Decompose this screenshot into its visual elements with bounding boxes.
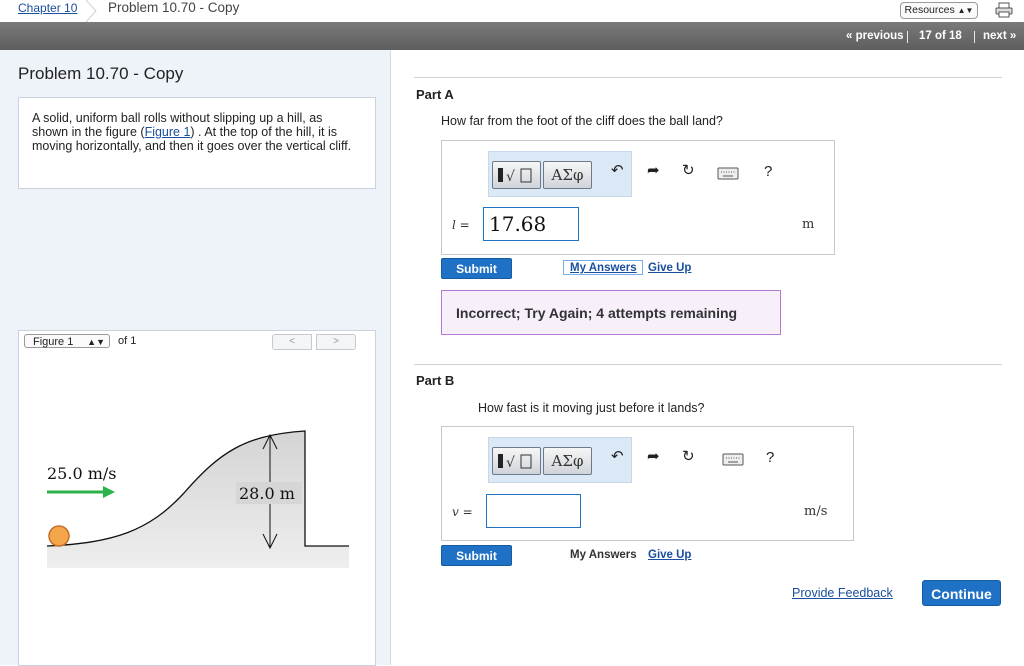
nav-divider [907, 31, 908, 43]
part-divider [414, 77, 1002, 78]
undo-icon[interactable]: ↶ [611, 447, 624, 465]
unit-label: m/s [804, 504, 828, 519]
ball [48, 525, 70, 547]
figure-count: of 1 [118, 335, 137, 347]
problem-statement: A solid, uniform ball rolls without slip… [32, 111, 362, 153]
submit-button[interactable]: Submit [441, 258, 512, 279]
breadcrumb-chevron-icon [85, 0, 97, 22]
nav-divider [974, 31, 975, 43]
give-up-link[interactable]: Give Up [648, 262, 691, 274]
my-answers-link[interactable]: My Answers [570, 549, 637, 561]
svg-text:√: √ [506, 455, 515, 471]
part-b-title: Part B [416, 373, 455, 388]
templates-button[interactable]: √ [492, 161, 541, 189]
variable-label: l = [452, 218, 470, 232]
next-link[interactable]: next » [983, 30, 1016, 42]
breadcrumb-chapter: Chapter 10 [0, 0, 96, 22]
dropdown-arrows-icon: ▲▼ [87, 337, 105, 347]
templates-icon: √ [498, 168, 532, 185]
provide-feedback-link[interactable]: Provide Feedback [792, 586, 893, 600]
part-b-answer-box: √ ΑΣφ ↶ ➦ ↻ ? v = m/s [441, 426, 854, 541]
part-a-question: How far from the foot of the cliff does … [441, 114, 723, 128]
part-a-answer-box: √ ΑΣφ ↶ ➦ ↻ ? l = 17.68 m [441, 140, 835, 255]
figure-prev-button[interactable]: < [272, 334, 312, 350]
previous-link[interactable]: « previous [846, 30, 904, 42]
feedback-box: Incorrect; Try Again; 4 attempts remaini… [441, 290, 781, 335]
my-answers-link[interactable]: My Answers [570, 262, 637, 274]
breadcrumb-title: Problem 10.70 - Copy [108, 0, 240, 15]
figure-next-button[interactable]: > [316, 334, 356, 350]
figure-select[interactable]: Figure 1 ▲▼ [24, 334, 110, 348]
print-icon[interactable] [995, 2, 1013, 18]
reset-icon[interactable]: ↻ [682, 447, 695, 465]
undo-icon[interactable]: ↶ [611, 161, 624, 179]
part-a-title: Part A [416, 87, 454, 102]
problem-nav-bar: « previous 17 of 18 next » [0, 22, 1024, 50]
top-bar: Chapter 10 Problem 10.70 - Copy Resource… [0, 0, 1024, 23]
give-up-link[interactable]: Give Up [648, 549, 691, 561]
figure-select-value: Figure 1 [33, 336, 74, 348]
dropdown-arrows-icon: ▲▼ [957, 6, 974, 15]
hill-cliff-figure: 28.0 m 25.0 m/s [46, 430, 349, 568]
answer-input[interactable] [486, 494, 581, 528]
unit-label: m [802, 217, 815, 232]
help-button[interactable]: ? [766, 449, 774, 466]
speed-label: 25.0 m/s [47, 464, 116, 483]
resources-label: Resources [904, 4, 955, 16]
greek-symbols-button[interactable]: ΑΣφ [543, 447, 592, 475]
figure-link[interactable]: Figure 1 [145, 125, 191, 139]
svg-text:√: √ [506, 169, 515, 185]
templates-button[interactable]: √ [492, 447, 541, 475]
figure-panel: 28.0 m 25.0 m/s [18, 353, 376, 666]
continue-button[interactable]: Continue [922, 580, 1001, 606]
height-label: 28.0 m [239, 484, 295, 503]
submit-button[interactable]: Submit [441, 545, 512, 566]
keyboard-icon[interactable] [722, 453, 744, 467]
answer-value: 17.68 [489, 212, 547, 236]
problem-position: 17 of 18 [919, 30, 962, 42]
reset-icon[interactable]: ↻ [682, 161, 695, 179]
redo-icon[interactable]: ➦ [647, 161, 660, 179]
part-b-question: How fast is it moving just before it lan… [478, 401, 705, 415]
answer-input[interactable]: 17.68 [483, 207, 579, 241]
resources-dropdown[interactable]: Resources ▲▼ [900, 2, 978, 19]
figure-header: Figure 1 ▲▼ of 1 < > [18, 330, 376, 354]
feedback-message: Incorrect; Try Again; 4 attempts remaini… [456, 305, 738, 321]
hill-shape [47, 431, 349, 568]
part-divider [414, 364, 1002, 365]
redo-icon[interactable]: ➦ [647, 447, 660, 465]
problem-statement-box: A solid, uniform ball rolls without slip… [18, 97, 376, 189]
variable-label: v = [452, 505, 473, 519]
keyboard-icon[interactable] [717, 167, 739, 181]
problem-title: Problem 10.70 - Copy [18, 64, 184, 83]
templates-icon: √ [498, 454, 532, 471]
chapter-link[interactable]: Chapter 10 [18, 1, 77, 15]
greek-symbols-button[interactable]: ΑΣφ [543, 161, 592, 189]
help-button[interactable]: ? [764, 163, 772, 180]
